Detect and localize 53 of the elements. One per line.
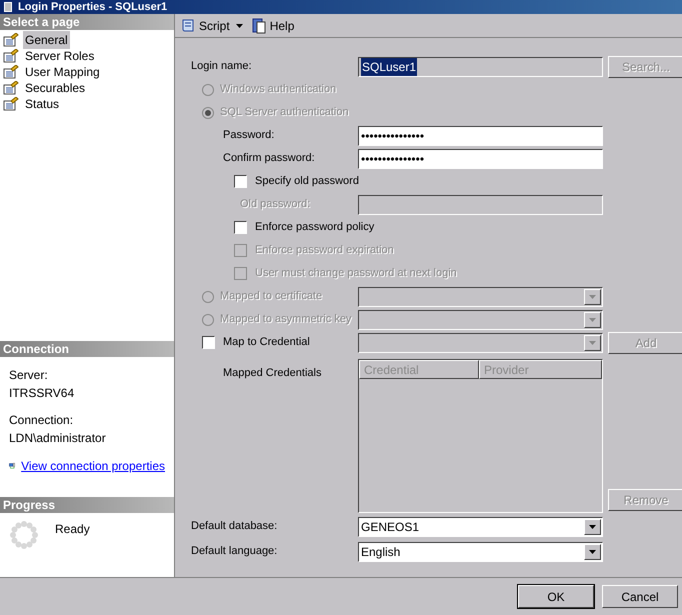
page-item[interactable]: General (23, 31, 70, 49)
section-label: Mapped Credentials (223, 367, 322, 379)
section-header: Progress (0, 497, 174, 513)
radio-label: Mapped to asymmetric key (220, 312, 352, 328)
field-label: Default language: (191, 544, 278, 560)
checkbox-label: Map to Credential (223, 335, 310, 350)
checkbox-label: Specify old password (255, 174, 359, 190)
section-header: Connection (0, 341, 174, 357)
radio-label: Mapped to certificate (220, 289, 322, 304)
page-icon (3, 81, 19, 95)
checkbox-label: User must change password at next login (255, 266, 457, 282)
dropdown-arrow-icon (589, 294, 596, 298)
field-label: Confirm password: (223, 151, 315, 166)
script-scroll-icon (180, 18, 196, 34)
dropdown-arrow-icon (589, 524, 596, 528)
page-item[interactable]: Status (23, 95, 62, 113)
dropdown-arrow-icon (589, 550, 596, 554)
field-label: Default database: (191, 519, 278, 534)
checkbox[interactable] (202, 336, 215, 349)
window-title: Login Properties - SQLuser1 (18, 2, 168, 12)
section-header: Select a page (0, 14, 174, 30)
checkbox-label: Enforce password expiration (255, 243, 394, 258)
radio-label: SQL Server authentication (220, 105, 349, 120)
dropdown-arrow-icon (589, 318, 596, 322)
field-label: Password: (223, 128, 274, 144)
page-item[interactable]: Server Roles (23, 47, 96, 65)
dropdown-field[interactable]: GENEOS1 (358, 516, 603, 536)
connection-label: Connection: (9, 412, 74, 429)
window-icon (4, 2, 12, 12)
dropdown-arrow-icon (589, 340, 596, 344)
connection-properties-link[interactable]: View connection properties (21, 457, 165, 475)
toolbar-button[interactable]: Script (179, 16, 244, 34)
toolbar-button[interactable]: Help (250, 16, 296, 34)
progress-spinner-icon (9, 520, 39, 550)
page-icon (3, 65, 19, 79)
connection-user: LDN\administrator (9, 430, 107, 447)
server-label: Server: (9, 367, 49, 384)
page-icon (3, 97, 19, 111)
radio-label: Windows authentication (220, 82, 336, 98)
server-name: ITRSSRV64 (9, 385, 76, 402)
help-book-icon (250, 18, 267, 34)
dialog-button[interactable]: Cancel (602, 585, 678, 608)
page-icon (3, 49, 19, 63)
progress-status: Ready (55, 521, 90, 538)
dialog-button[interactable]: OK (518, 585, 594, 608)
caret-icon (236, 24, 243, 28)
field-label: Old password: (240, 197, 310, 212)
page-item[interactable]: User Mapping (23, 63, 102, 81)
field-label: Login name: (191, 59, 252, 74)
page-item[interactable]: Securables (23, 79, 88, 97)
checkbox-label: Enforce password policy (255, 220, 374, 236)
dropdown-field[interactable]: English (358, 542, 603, 562)
page-icon (3, 33, 19, 47)
